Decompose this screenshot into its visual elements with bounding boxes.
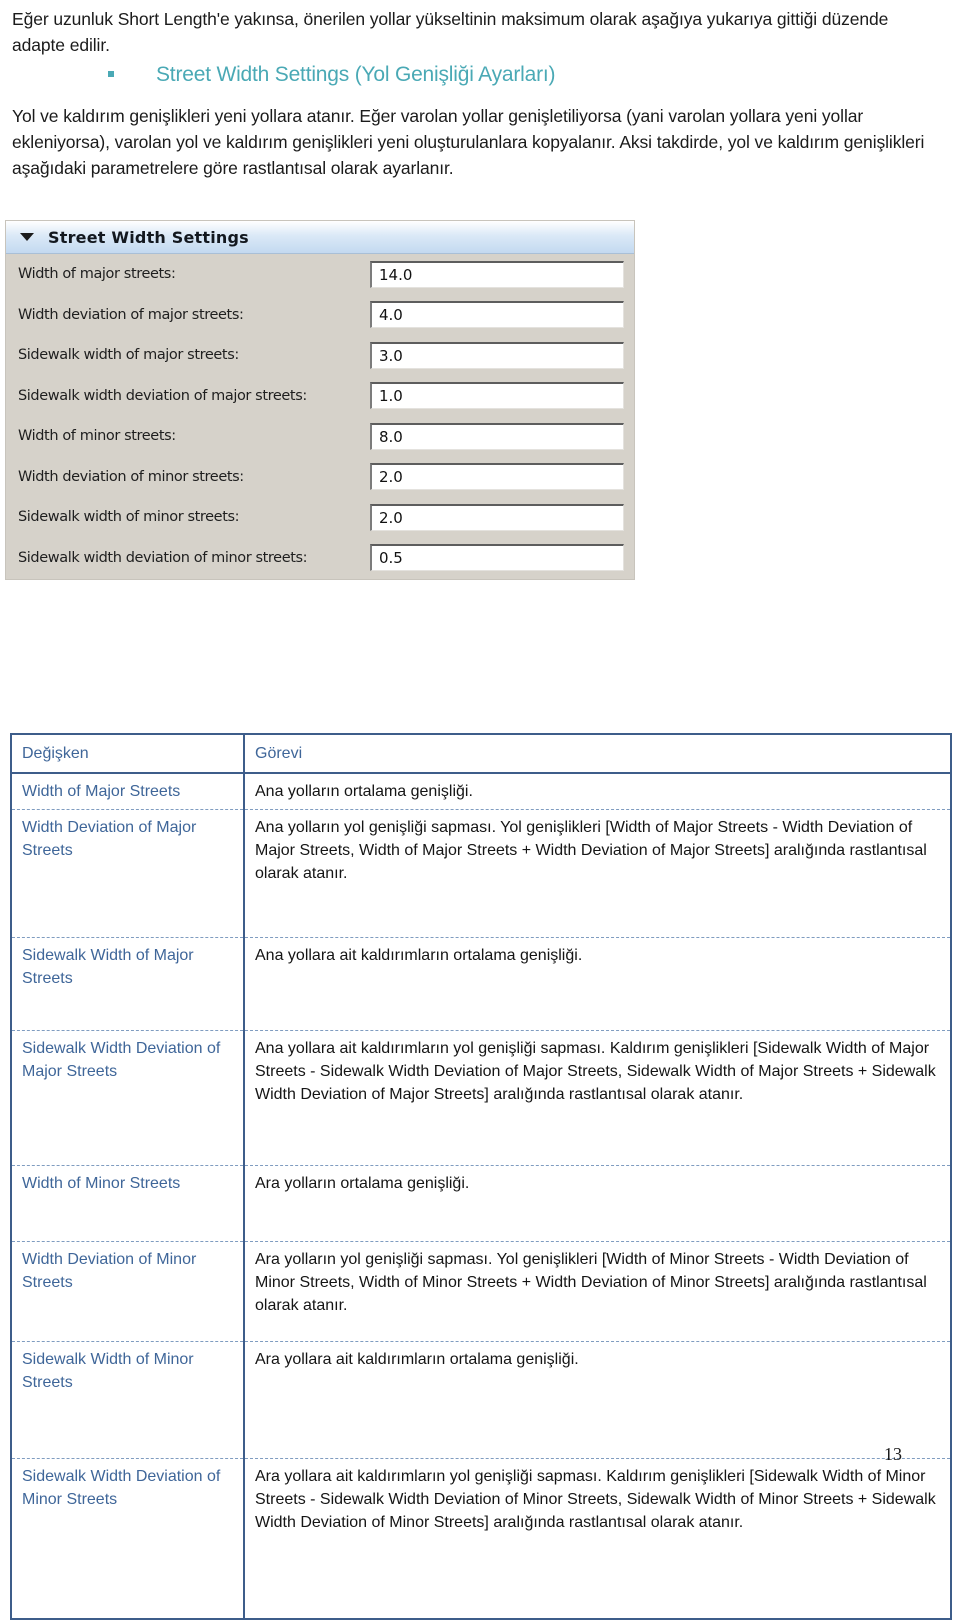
section-heading: Street Width Settings (Yol Genişliği Aya… [108, 62, 928, 88]
variable-name-cell: Sidewalk Width Deviation of Major Street… [11, 1030, 245, 1166]
panel-titlebar[interactable]: Street Width Settings [6, 221, 634, 254]
variable-name-cell: Sidewalk Width of Minor Streets [11, 1341, 245, 1459]
variable-description-cell: Ara yolların ortalama genişliği. [244, 1165, 951, 1242]
panel-row-input[interactable]: 0.5 [370, 544, 624, 572]
panel-row: Width deviation of major streets: 4.0 [6, 295, 634, 336]
panel-row: Width of major streets: 14.0 [6, 254, 634, 295]
variable-description-cell: Ara yollara ait kaldırımların ortalama g… [244, 1341, 951, 1459]
variable-description-cell: Ana yolların ortalama genişliği. [255, 783, 473, 800]
table-row: Sidewalk Width Deviation of Minor Street… [11, 1458, 951, 1619]
variable-description-cell: Ana yollara ait kaldırımların ortalama g… [244, 937, 951, 1031]
panel-row-label: Sidewalk width deviation of major street… [18, 387, 307, 404]
variable-name-cell: Sidewalk Width Deviation of Minor Street… [11, 1458, 245, 1619]
panel-row: Sidewalk width deviation of minor street… [6, 538, 634, 579]
panel-row-label: Width deviation of minor streets: [18, 468, 244, 485]
panel-row: Width of minor streets: 8.0 [6, 416, 634, 457]
panel-row-label: Width of minor streets: [18, 428, 176, 445]
variable-name-cell: Width Deviation of Minor Streets [11, 1241, 245, 1342]
panel-row-input[interactable]: 8.0 [370, 422, 624, 450]
variable-name-cell: Sidewalk Width of Major Streets [11, 937, 245, 1031]
table-header-row: Değişken Görevi [11, 734, 951, 774]
variable-name-cell: Width Deviation of Major Streets [11, 809, 245, 938]
bullet-square-icon [108, 71, 114, 77]
panel-row-label: Sidewalk width of major streets: [18, 347, 239, 364]
panel-row-label: Sidewalk width of minor streets: [18, 509, 240, 526]
table-header-cell: Görevi [244, 734, 951, 774]
panel-row: Sidewalk width deviation of major street… [6, 376, 634, 417]
panel-row-input[interactable]: 4.0 [370, 301, 624, 329]
panel-row-input[interactable]: 3.0 [370, 341, 624, 369]
panel-row-input[interactable]: 1.0 [370, 382, 624, 410]
variable-description-cell: Ana yolların yol genişliği sapması. Yol … [244, 809, 951, 938]
variable-name-cell: Width of Minor Streets [11, 1165, 245, 1242]
panel-row-list: Width of major streets: 14.0 Width deviati… [6, 254, 634, 578]
variable-description-cell: Ara yolların yol genişliği sapması. Yol … [244, 1241, 951, 1342]
panel-row-input[interactable]: 2.0 [370, 503, 624, 531]
panel-title: Street Width Settings [48, 227, 249, 247]
page-number: 13 [884, 1444, 902, 1464]
table-row: Sidewalk Width of Major Streets Ana yolla… [11, 937, 951, 1031]
panel-row-input[interactable]: 2.0 [370, 463, 624, 491]
panel-row-input[interactable]: 14.0 [370, 260, 624, 288]
panel-row: Sidewalk width of minor streets: 2.0 [6, 497, 634, 538]
body-paragraph: Yol ve kaldırım genişlikleri yeni yollar… [12, 106, 925, 178]
table-row: Sidewalk Width of Minor Streets Ara yolla… [11, 1341, 951, 1459]
table-row: Sidewalk Width Deviation of Major Street… [11, 1030, 951, 1166]
panel-row: Sidewalk width of major streets: 3.0 [6, 335, 634, 376]
document-page: Eğer uzunluk Short Length'e yakınsa, öne… [0, 0, 960, 1620]
variable-name-cell: Width of Major Streets [11, 773, 245, 810]
panel-row-label: Width deviation of major streets: [18, 306, 244, 323]
table-row: Width of Minor Streets Ara yolların ortal… [11, 1165, 951, 1242]
table-row: Width Deviation of Major Streets Ana yoll… [11, 809, 951, 938]
variable-description-table: Değişken Görevi Width of Major Streets Ana … [10, 733, 952, 1620]
panel-row: Width deviation of minor streets: 2.0 [6, 457, 634, 498]
table-header-cell: Değişken [11, 734, 245, 774]
panel-row-label: Width of major streets: [18, 266, 176, 283]
intro-paragraph: Eğer uzunluk Short Length'e yakınsa, öne… [12, 9, 889, 55]
street-width-settings-panel: Street Width Settings Width of major str… [5, 220, 635, 580]
variable-description-cell: Ara yollara ait kaldırımların yol genişl… [244, 1458, 951, 1619]
section-heading-label: Street Width Settings (Yol Genişliği Aya… [156, 63, 556, 86]
table-row: Width of Major Streets Ana yolların ortal… [11, 773, 951, 810]
table-row: Width Deviation of Minor Streets Ara yoll… [11, 1241, 951, 1342]
triangle-down-icon[interactable] [20, 233, 34, 241]
variable-description-cell: Ana yollara ait kaldırımların yol genişl… [244, 1030, 951, 1166]
panel-row-label: Sidewalk width deviation of minor street… [18, 549, 308, 566]
